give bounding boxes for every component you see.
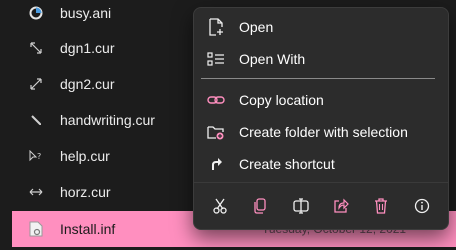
file-name: dgn1.cur (60, 40, 115, 56)
file-name: handwriting.cur (60, 112, 155, 128)
menu-item-create-folder[interactable]: Create folder with selection (198, 117, 444, 147)
help-cursor-icon: ? (28, 148, 44, 164)
menu-item-open-with[interactable]: Open With (198, 44, 444, 74)
horizontal-resize-icon (28, 184, 44, 200)
menu-item-copy-location[interactable]: Copy location (198, 85, 444, 115)
share-button[interactable] (326, 193, 356, 223)
file-name: help.cur (60, 148, 110, 164)
cut-button[interactable] (205, 193, 235, 223)
file-name: Install.inf (60, 221, 116, 237)
file-name: horz.cur (60, 184, 111, 200)
menu-separator (201, 78, 435, 79)
delete-icon (374, 197, 388, 219)
shortcut-arrow-icon (207, 155, 225, 173)
file-name: dgn2.cur (60, 76, 115, 92)
new-folder-icon (207, 123, 225, 141)
quick-action-bar (194, 190, 448, 226)
copy-icon (253, 197, 267, 219)
properties-button[interactable] (407, 193, 437, 223)
open-file-icon (207, 18, 225, 36)
settings-file-icon (28, 221, 44, 237)
share-icon (333, 198, 349, 219)
delete-button[interactable] (366, 193, 396, 223)
properties-icon (414, 198, 430, 219)
busy-cursor-icon (28, 5, 44, 21)
context-menu: Open Open With Copy location Create fold… (193, 7, 449, 230)
link-icon (207, 91, 225, 109)
diagonal-resize-icon (28, 40, 44, 56)
menu-separator (194, 182, 448, 183)
file-name: busy.ani (60, 5, 112, 21)
menu-item-open[interactable]: Open (198, 12, 444, 42)
rename-button[interactable] (286, 193, 316, 223)
cut-icon (212, 198, 228, 219)
rename-icon (293, 197, 309, 219)
diagonal-resize-icon (28, 76, 44, 92)
menu-item-create-shortcut[interactable]: Create shortcut (198, 149, 444, 179)
copy-button[interactable] (245, 193, 275, 223)
pen-cursor-icon (28, 112, 44, 128)
open-with-icon (207, 50, 225, 68)
svg-text:?: ? (37, 152, 41, 161)
